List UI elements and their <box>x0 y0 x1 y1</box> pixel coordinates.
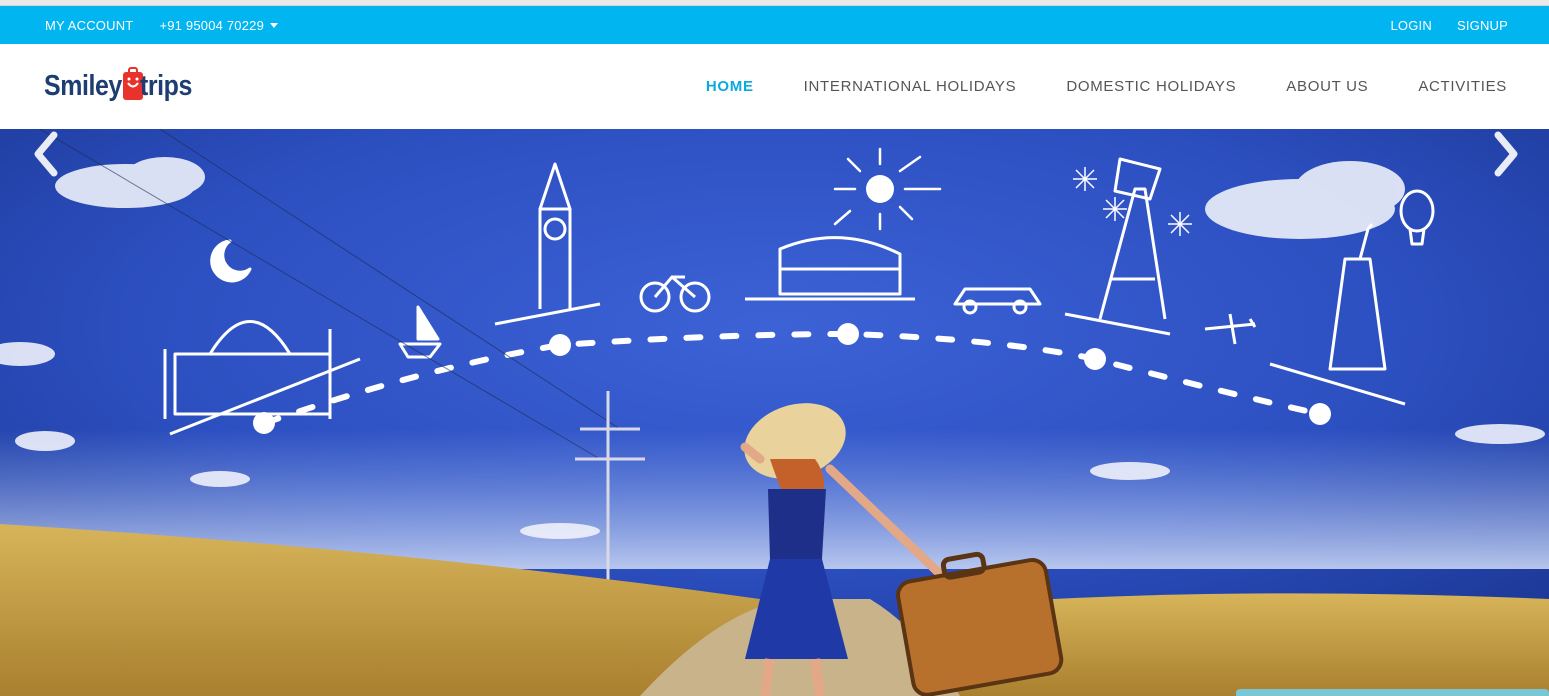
hero-slider <box>0 129 1549 696</box>
chevron-right-icon[interactable] <box>1490 129 1520 179</box>
phone-dropdown[interactable]: +91 95004 70229 <box>159 17 279 33</box>
hero-bottom-tab[interactable] <box>1236 689 1549 696</box>
phone-number: +91 95004 70229 <box>159 17 265 33</box>
hero-image <box>0 129 1549 696</box>
nav-activities[interactable]: ACTIVITIES <box>1418 78 1507 95</box>
top-bar: MY ACCOUNT +91 95004 70229 LOGIN SIGNUP <box>0 6 1549 44</box>
nav-about-us[interactable]: ABOUT US <box>1286 78 1368 95</box>
login-link[interactable]: LOGIN <box>1390 18 1431 33</box>
logo-text-trips: trips <box>139 70 192 102</box>
nav-domestic-holidays[interactable]: DOMESTIC HOLIDAYS <box>1066 78 1236 95</box>
nav-international-holidays[interactable]: INTERNATIONAL HOLIDAYS <box>804 78 1017 95</box>
top-bar-right: LOGIN SIGNUP <box>1365 18 1508 33</box>
main-header: Smiley trips HOME INTERNATIONAL HOLIDAYS… <box>0 44 1549 129</box>
nav-home[interactable]: HOME <box>706 78 754 95</box>
top-bar-left: MY ACCOUNT +91 95004 70229 <box>45 18 304 33</box>
main-nav: HOME INTERNATIONAL HOLIDAYS DOMESTIC HOL… <box>656 78 1507 95</box>
chevron-left-icon[interactable] <box>32 129 62 179</box>
signup-link[interactable]: SIGNUP <box>1457 18 1508 33</box>
logo-text-smiley: Smiley <box>44 70 122 102</box>
site-logo[interactable]: Smiley trips <box>44 64 200 110</box>
caret-down-icon <box>270 22 279 28</box>
my-account-link[interactable]: MY ACCOUNT <box>45 18 133 33</box>
